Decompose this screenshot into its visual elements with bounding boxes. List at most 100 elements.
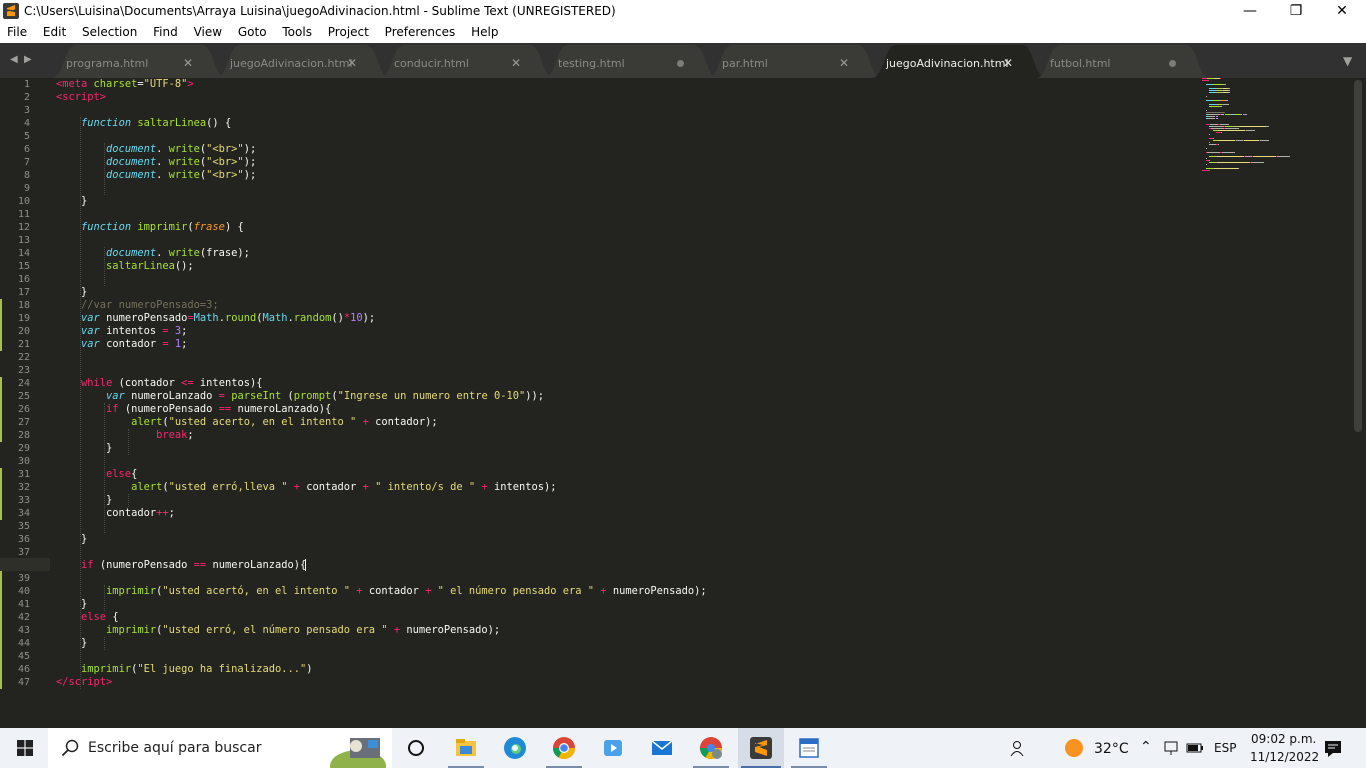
minimize-button[interactable]: — (1227, 0, 1273, 24)
minimap-stroke (1202, 170, 1210, 171)
menu-selection[interactable]: Selection (77, 24, 142, 41)
mail-icon[interactable] (650, 736, 674, 760)
code-line[interactable]: document. write(frase); (56, 247, 250, 260)
modified-line-marker (0, 507, 2, 520)
menu-file[interactable]: File (2, 24, 32, 41)
code-line[interactable]: contador++; (56, 507, 175, 520)
weather-temperature[interactable]: 32°C (1094, 741, 1129, 757)
minimap-stroke (1225, 100, 1229, 101)
menu-project[interactable]: Project (323, 24, 374, 41)
close-window-button[interactable]: ✕ (1319, 0, 1365, 24)
code-line[interactable]: } (56, 286, 87, 299)
code-token: frase (193, 221, 225, 233)
code-line[interactable]: var contador = 1; (56, 338, 187, 351)
menu-find[interactable]: Find (148, 24, 183, 41)
taskbar-search-box[interactable]: Escribe aquí para buscar (48, 728, 392, 768)
battery-icon[interactable] (1186, 740, 1204, 756)
vertical-scrollbar[interactable] (1354, 80, 1362, 432)
menu-edit[interactable]: Edit (38, 24, 71, 41)
code-line[interactable]: var numeroLanzado = parseInt (prompt("In… (56, 390, 544, 403)
sublime-text-taskbar-button[interactable] (738, 728, 784, 768)
code-line[interactable]: } (56, 195, 87, 208)
media-player-icon[interactable] (601, 736, 625, 760)
code-token: function (81, 117, 138, 129)
code-line[interactable]: //var numeroPensado=3; (56, 299, 219, 312)
notifications-icon[interactable] (1324, 740, 1342, 757)
code-line[interactable]: function imprimir(frase) { (56, 221, 244, 234)
clock-time[interactable]: 09:02 p.m. (1251, 732, 1316, 746)
code-line[interactable]: document. write("<br>"); (56, 156, 256, 169)
tab-close-icon[interactable]: ✕ (511, 56, 521, 70)
wordpad-icon[interactable] (797, 736, 821, 760)
code-token: document (106, 156, 157, 168)
tab-testing-html[interactable]: testing.html (544, 45, 734, 78)
code-line[interactable]: else { (56, 611, 119, 624)
code-line[interactable]: document. write("<br>"); (56, 169, 256, 182)
tab-overflow-icon[interactable]: ▼ (1343, 54, 1352, 68)
task-view-icon[interactable] (404, 736, 428, 760)
code-line[interactable]: imprimir("El juego ha finalizado...") (56, 663, 312, 676)
tab-par-html[interactable]: par.html ✕ (708, 45, 898, 78)
code-token: 10 (350, 312, 363, 324)
code-line[interactable]: imprimir("usted erró, el número pensado … (56, 624, 500, 637)
code-line[interactable]: while (contador <= intentos){ (56, 377, 262, 390)
clock-date[interactable]: 11/12/2022 (1250, 750, 1319, 764)
show-hidden-icons-icon[interactable]: ⌃ (1140, 739, 1152, 755)
chrome-icon[interactable] (552, 736, 576, 760)
tab-scroll-right-icon[interactable]: ▶ (24, 54, 32, 65)
unsaved-dot-icon[interactable] (1169, 60, 1176, 67)
chrome-profile-icon[interactable] (699, 736, 723, 760)
code-line[interactable]: } (56, 598, 87, 611)
code-line[interactable]: } (56, 637, 87, 650)
code-token: <script (56, 91, 100, 103)
menu-help[interactable]: Help (466, 24, 503, 41)
code-line[interactable]: </script> (56, 676, 112, 689)
start-button[interactable] (0, 728, 48, 768)
edge-browser-icon[interactable] (503, 736, 527, 760)
menu-tools[interactable]: Tools (277, 24, 317, 41)
tab-futbol-html[interactable]: futbol.html (1036, 45, 1226, 78)
code-line[interactable]: if (numeroPensado == numeroLanzado){ (56, 403, 331, 416)
input-language[interactable]: ESP (1214, 741, 1236, 755)
file-explorer-icon[interactable] (454, 736, 478, 760)
code-token: "usted acerto, en el intento " (168, 416, 363, 428)
code-line[interactable]: function saltarLinea() { (56, 117, 231, 130)
indent-guide (104, 637, 105, 650)
code-line[interactable]: <meta charset="UTF-8"> (56, 78, 194, 91)
code-line[interactable]: alert("usted acerto, en el intento " + c… (56, 416, 438, 429)
weather-sun-icon[interactable] (1064, 738, 1084, 758)
code-line[interactable]: <script> (56, 91, 106, 104)
tab-juegoadivinacion-html[interactable]: juegoAdivinacion.html ✕ (872, 45, 1062, 78)
menu-view[interactable]: View (189, 24, 227, 41)
network-icon[interactable] (1163, 740, 1179, 756)
tab-close-icon[interactable]: ✕ (183, 56, 193, 70)
unsaved-dot-icon[interactable] (677, 60, 684, 67)
code-line[interactable]: var intentos = 3; (56, 325, 187, 338)
code-line[interactable]: document. write("<br>"); (56, 143, 256, 156)
code-line[interactable]: if (numeroPensado == numeroLanzado){ (56, 559, 307, 572)
code-line[interactable]: } (56, 442, 112, 455)
menu-preferences[interactable]: Preferences (380, 24, 461, 41)
tab-close-icon[interactable]: ✕ (839, 56, 849, 70)
code-token: function (81, 221, 138, 233)
code-line[interactable]: } (56, 494, 112, 507)
code-line[interactable]: var numeroPensado=Math.round(Math.random… (56, 312, 375, 325)
tab-close-icon[interactable]: ✕ (1003, 56, 1013, 70)
minimap[interactable] (1200, 78, 1310, 178)
maximize-button[interactable]: ❐ (1273, 0, 1319, 24)
code-line[interactable]: } (56, 533, 87, 546)
tab-scroll-left-icon[interactable]: ◀ (10, 54, 18, 65)
code-line[interactable]: else{ (56, 468, 137, 481)
code-editor[interactable]: 1 2 3 4 5 6 7 8 9 10 11 12 13 14 15 16 17 18 19 20 21 22 23 24 2… (0, 78, 1366, 728)
code-line[interactable]: break; (56, 429, 194, 442)
code-token: ; (181, 325, 188, 337)
menu-goto[interactable]: Goto (233, 24, 272, 41)
code-line[interactable]: alert("usted erró,lleva " + contador + "… (56, 481, 556, 494)
tab-close-icon[interactable]: ✕ (347, 56, 357, 70)
tab-programa-html[interactable]: programa.html ✕ (52, 45, 242, 78)
people-icon[interactable] (1006, 739, 1024, 757)
tab-juegoadivinacion-html[interactable]: juegoAdivinacion.html ✕ (216, 45, 406, 78)
code-line[interactable]: imprimir("usted acertó, en el intento " … (56, 585, 707, 598)
code-line[interactable]: saltarLinea(); (56, 260, 194, 273)
tab-conducir-html[interactable]: conducir.html ✕ (380, 45, 570, 78)
